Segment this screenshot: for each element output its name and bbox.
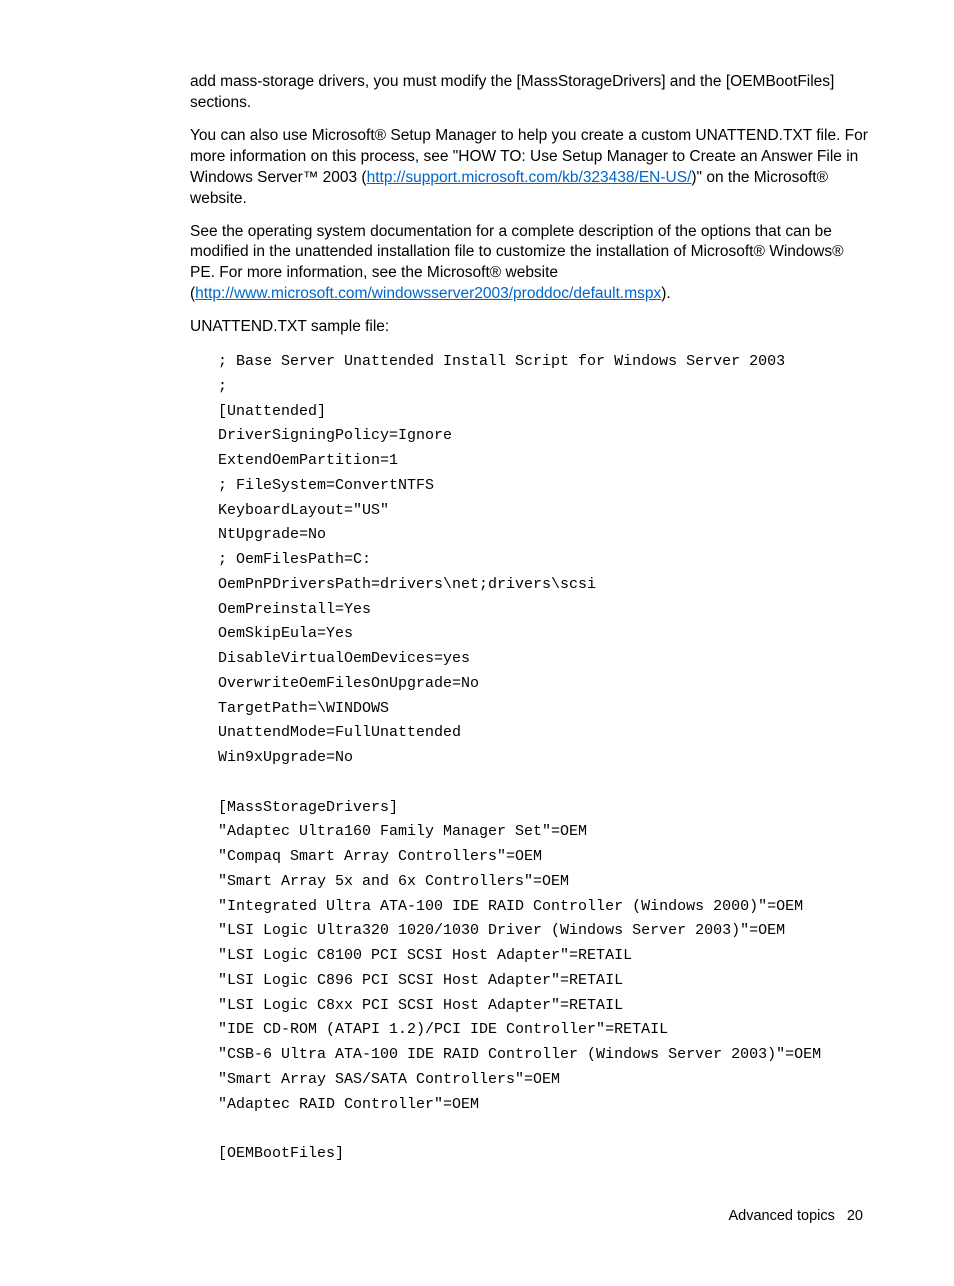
footer-page-number: 20 xyxy=(847,1208,863,1224)
paragraph-sample-label: UNATTEND.TXT sample file: xyxy=(190,317,869,338)
paragraph-intro: add mass-storage drivers, you must modif… xyxy=(190,72,869,114)
unattend-code-sample: ; Base Server Unattended Install Script … xyxy=(218,350,869,1167)
page-footer: Advanced topics 20 xyxy=(190,1207,869,1227)
link-proddoc[interactable]: http://www.microsoft.com/windowsserver20… xyxy=(195,285,661,302)
text-segment: ). xyxy=(661,285,670,302)
footer-section-title: Advanced topics xyxy=(728,1208,834,1224)
paragraph-setup-manager: You can also use Microsoft® Setup Manage… xyxy=(190,126,869,210)
document-page: add mass-storage drivers, you must modif… xyxy=(0,0,954,1286)
link-kb-article[interactable]: http://support.microsoft.com/kb/323438/E… xyxy=(367,169,692,186)
paragraph-os-docs: See the operating system documentation f… xyxy=(190,222,869,306)
